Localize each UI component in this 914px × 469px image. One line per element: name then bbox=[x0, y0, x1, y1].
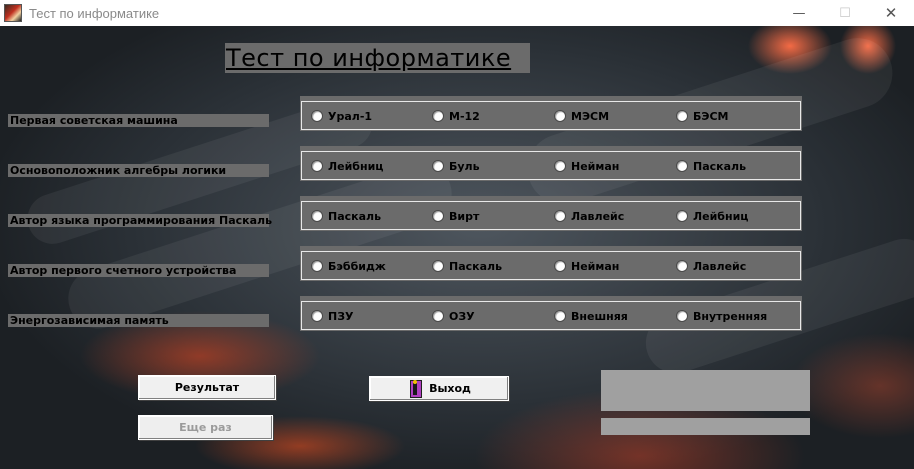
radio-button[interactable] bbox=[311, 210, 323, 222]
radio-button[interactable] bbox=[554, 260, 566, 272]
radio-button[interactable] bbox=[676, 210, 688, 222]
exit-button[interactable]: Выход bbox=[369, 376, 509, 401]
answer-option[interactable]: Бэббидж bbox=[311, 258, 386, 274]
radio-button[interactable] bbox=[676, 310, 688, 322]
close-button[interactable]: ✕ bbox=[868, 0, 914, 26]
app-icon bbox=[4, 4, 22, 22]
answer-option[interactable]: Нейман bbox=[554, 158, 619, 174]
maximize-button[interactable]: ☐ bbox=[822, 0, 868, 26]
answer-option[interactable]: Паскаль bbox=[676, 158, 746, 174]
answer-option[interactable]: Лейбниц bbox=[311, 158, 383, 174]
answer-option[interactable]: Вирт bbox=[432, 208, 479, 224]
radio-button[interactable] bbox=[432, 310, 444, 322]
page-title: Тест по информатике bbox=[225, 43, 530, 73]
radio-button[interactable] bbox=[554, 210, 566, 222]
radio-button[interactable] bbox=[676, 110, 688, 122]
question-label: Основоположник алгебры логики bbox=[8, 164, 269, 177]
answer-option[interactable]: Лейбниц bbox=[676, 208, 748, 224]
question-label: Автор первого счетного устройства bbox=[8, 264, 269, 277]
answer-group: Урал-1 М-12 МЭСМ БЭСМ bbox=[300, 96, 802, 131]
answer-option[interactable]: Внутренняя bbox=[676, 308, 767, 324]
radio-button[interactable] bbox=[676, 160, 688, 172]
radio-button[interactable] bbox=[432, 160, 444, 172]
minimize-button[interactable]: — bbox=[776, 0, 822, 26]
answer-option[interactable]: Буль bbox=[432, 158, 480, 174]
try-again-button[interactable]: Еще раз bbox=[138, 415, 273, 440]
answer-group: Бэббидж Паскаль Нейман Лавлейс bbox=[300, 246, 802, 281]
window-title: Тест по информатике bbox=[29, 5, 160, 21]
exit-door-icon bbox=[407, 379, 425, 398]
result-score-panel bbox=[601, 370, 810, 411]
question-label: Автор языка программирования Паскаль bbox=[8, 214, 273, 227]
answer-option[interactable]: Внешняя bbox=[554, 308, 628, 324]
radio-button[interactable] bbox=[311, 310, 323, 322]
answer-option[interactable]: БЭСМ bbox=[676, 108, 728, 124]
answer-option[interactable]: Паскаль bbox=[311, 208, 381, 224]
answer-option[interactable]: М-12 bbox=[432, 108, 480, 124]
radio-button[interactable] bbox=[554, 110, 566, 122]
radio-button[interactable] bbox=[432, 110, 444, 122]
radio-button[interactable] bbox=[554, 310, 566, 322]
result-button[interactable]: Результат bbox=[138, 375, 276, 400]
radio-button[interactable] bbox=[311, 110, 323, 122]
answer-option[interactable]: Лавлейс bbox=[676, 258, 746, 274]
result-message-panel bbox=[601, 418, 810, 435]
radio-button[interactable] bbox=[311, 260, 323, 272]
answer-group: ПЗУ ОЗУ Внешняя Внутренняя bbox=[300, 296, 802, 331]
answer-group: Лейбниц Буль Нейман Паскаль bbox=[300, 146, 802, 181]
radio-button[interactable] bbox=[432, 260, 444, 272]
question-label: Первая советская машина bbox=[8, 114, 269, 127]
radio-button[interactable] bbox=[676, 260, 688, 272]
answer-option[interactable]: ПЗУ bbox=[311, 308, 354, 324]
answer-option[interactable]: Нейман bbox=[554, 258, 619, 274]
title-bar: Тест по информатике — ☐ ✕ bbox=[0, 0, 914, 26]
answer-group: Паскаль Вирт Лавлейс Лейбниц bbox=[300, 196, 802, 231]
answer-option[interactable]: МЭСМ bbox=[554, 108, 609, 124]
exit-button-label: Выход bbox=[429, 382, 471, 395]
answer-option[interactable]: ОЗУ bbox=[432, 308, 475, 324]
radio-button[interactable] bbox=[554, 160, 566, 172]
answer-option[interactable]: Паскаль bbox=[432, 258, 502, 274]
radio-button[interactable] bbox=[432, 210, 444, 222]
answer-option[interactable]: Лавлейс bbox=[554, 208, 624, 224]
answer-option[interactable]: Урал-1 bbox=[311, 108, 372, 124]
question-label: Энергозависимая память bbox=[8, 314, 269, 327]
radio-button[interactable] bbox=[311, 160, 323, 172]
